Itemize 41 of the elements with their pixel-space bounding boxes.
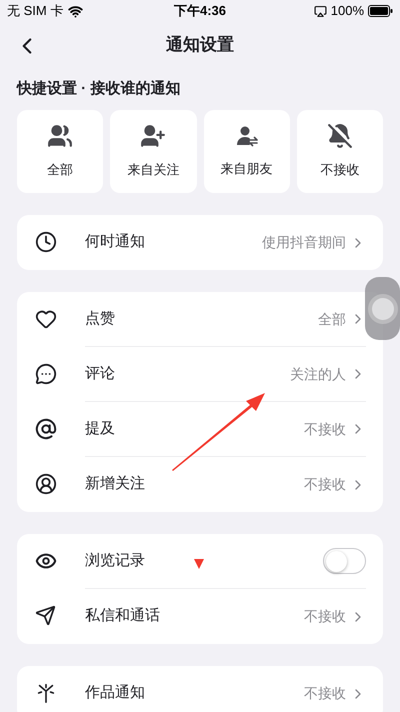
setting-label: 提及 (85, 418, 115, 439)
clock-time: 下午4:36 (174, 2, 226, 20)
airplay-icon (314, 4, 327, 18)
people-icon (47, 123, 74, 150)
paper-plane-icon (35, 605, 56, 626)
quick-option-card[interactable]: 来自关注 (110, 110, 196, 193)
page-title: 通知设置 (166, 34, 234, 56)
burst-icon (35, 682, 57, 704)
at-sign-icon (35, 418, 57, 440)
setting-value-link[interactable]: 关注的人 (290, 364, 366, 384)
wifi-icon (68, 4, 84, 18)
add-person-icon (140, 123, 166, 150)
setting-label: 浏览记录 (85, 550, 145, 571)
setting-value-link[interactable]: 不接收 (304, 418, 366, 440)
toggle-switch[interactable] (323, 548, 366, 574)
annotation-marker (194, 559, 204, 569)
battery-icon (368, 5, 393, 17)
setting-label: 作品通知 (85, 683, 145, 704)
person-swap-icon (234, 124, 259, 148)
setting-label: 私信和通话 (85, 606, 160, 626)
setting-value-link[interactable]: 不接收 (304, 606, 366, 627)
heart-icon (35, 308, 57, 330)
setting-value-link[interactable]: 不接收 (304, 474, 366, 495)
battery-percent: 100% (330, 2, 364, 20)
quick-option-card[interactable]: 来自朋友 (204, 110, 290, 193)
setting-value-link[interactable]: 全部 (318, 308, 366, 330)
setting-label: 评论 (85, 364, 115, 384)
setting-label: 点赞 (85, 308, 115, 329)
quick-option-card[interactable]: 全部 (17, 110, 104, 193)
section-heading: 快捷设置 · 接收谁的通知 (17, 79, 182, 99)
quick-option-card[interactable]: 不接收 (296, 110, 383, 193)
clock-icon (35, 231, 57, 253)
muted-bell-icon (326, 123, 353, 150)
setting-value-link[interactable]: 使用抖音期间 (262, 232, 366, 253)
person-circle-icon (35, 473, 57, 495)
floating-assistive-button[interactable] (365, 277, 400, 340)
chat-bubble-icon (35, 363, 57, 385)
setting-value-link[interactable]: 不接收 (304, 683, 366, 704)
setting-label: 何时通知 (85, 232, 145, 252)
carrier-label: 无 SIM 卡 (7, 2, 64, 20)
setting-label: 新增关注 (85, 474, 145, 494)
